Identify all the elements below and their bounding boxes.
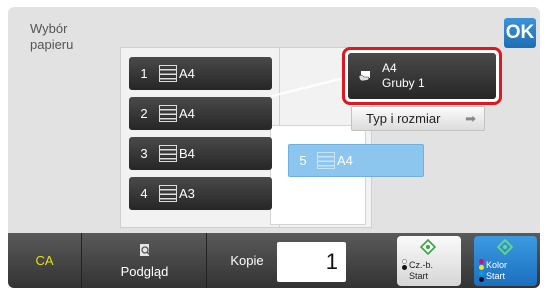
paper-stack-icon: [159, 185, 177, 202]
paper-selection-title: Wybór papieru: [30, 21, 74, 52]
tray-size: B4: [179, 146, 195, 161]
right-arrow-icon: ➡: [465, 111, 476, 126]
bw-start-button[interactable]: Cz.-b. Start: [397, 236, 461, 286]
ok-button[interactable]: OK: [504, 18, 536, 48]
diamond-start-icon: [497, 239, 513, 255]
tray-1-button[interactable]: 1 A4: [129, 57, 272, 90]
paper-stack-icon: [317, 152, 335, 169]
tray-size: A4: [179, 66, 195, 81]
selected-type: Gruby 1: [382, 76, 425, 90]
bw-dots: [402, 259, 408, 283]
selected-paper-button[interactable]: A4 Gruby 1: [348, 53, 496, 99]
tray-4-button[interactable]: 4 A3: [129, 177, 272, 210]
tray-number: 4: [140, 186, 148, 201]
selected-size: A4: [382, 61, 397, 75]
tray-2-button[interactable]: 2 A4: [129, 97, 272, 130]
clear-all-button[interactable]: CA: [8, 233, 82, 288]
paper-stack-icon: [159, 145, 177, 162]
selected-paper-highlight: A4 Gruby 1: [342, 47, 502, 105]
color-start-button[interactable]: Kolor Start: [474, 236, 537, 286]
bw-start-line2: Start: [409, 271, 429, 281]
tray-3-button[interactable]: 3 B4: [129, 137, 272, 170]
magnifier-icon: [139, 244, 151, 256]
tray-number: 1: [140, 66, 148, 81]
paper-stack-icon: [159, 65, 177, 82]
tray-size: A3: [179, 186, 195, 201]
hand-paper-icon: [358, 71, 370, 82]
preview-button[interactable]: Podgląd: [83, 233, 207, 288]
color-start-line2: Start: [486, 271, 506, 281]
copies-label: Kopie: [230, 253, 264, 268]
color-start-line1: Kolor: [486, 260, 508, 270]
diamond-start-icon: [420, 239, 436, 255]
copies-input[interactable]: 1: [277, 242, 346, 282]
paper-stack-icon: [159, 105, 177, 122]
color-dots: [479, 259, 485, 283]
tray-number: 2: [140, 106, 148, 121]
bottom-action-bar: CA Podgląd Kopie 1 Cz.-b. Start Kolor St…: [8, 233, 540, 288]
bw-start-line1: Cz.-b.: [409, 260, 434, 270]
type-and-size-button[interactable]: Typ i rozmiar ➡: [351, 106, 485, 131]
type-and-size-label: Typ i rozmiar: [366, 111, 441, 126]
tray-number: 5: [299, 153, 307, 168]
tray-number: 3: [140, 146, 148, 161]
preview-label: Podgląd: [120, 264, 169, 279]
bypass-tray-button[interactable]: 5 A4: [288, 144, 424, 177]
copy-paper-selection-screen: Wybór papieru OK 1 A4 2 A4 3 B4 4 A3 5 A…: [8, 7, 540, 288]
tray-size: A4: [337, 153, 353, 168]
tray-size: A4: [179, 106, 195, 121]
